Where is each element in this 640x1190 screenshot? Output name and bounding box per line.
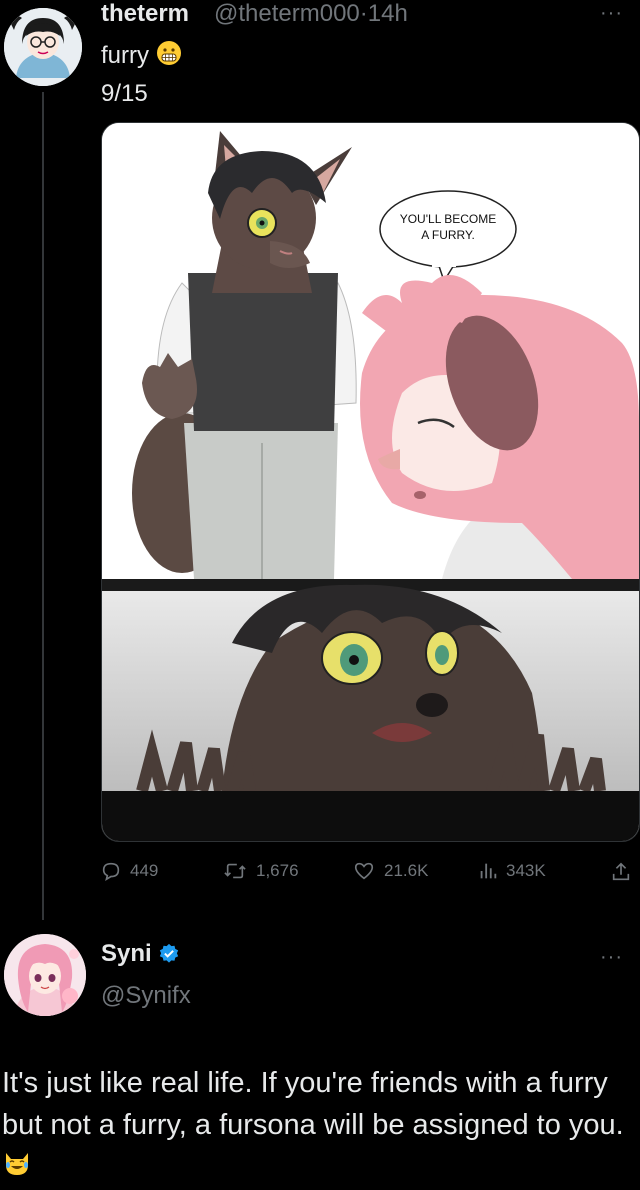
handle-text: @theterm000 bbox=[214, 0, 360, 27]
speech-bubble-line2: A FURRY. bbox=[421, 228, 475, 242]
share-icon bbox=[612, 862, 630, 881]
views-count: 343K bbox=[506, 861, 546, 880]
reply-avatar[interactable] bbox=[4, 934, 86, 1016]
timestamp[interactable]: 14h bbox=[368, 0, 408, 27]
thread-connector-line bbox=[42, 92, 44, 920]
tweet-actions: 449 1,676 21.6K 343K bbox=[100, 860, 640, 890]
reply-text-content: It's just like real life. If you're frie… bbox=[2, 1067, 624, 1141]
separator: · bbox=[359, 0, 368, 27]
heart-icon bbox=[354, 862, 374, 880]
display-name[interactable]: theterm bbox=[101, 0, 189, 28]
tweet-text-line1: furry bbox=[101, 40, 182, 73]
like-button[interactable]: 21.6K bbox=[352, 860, 428, 882]
like-count: 21.6K bbox=[384, 861, 429, 880]
retweet-icon bbox=[224, 863, 246, 879]
more-icon[interactable]: ··· bbox=[600, 2, 623, 25]
reply-button[interactable]: 449 bbox=[100, 860, 158, 882]
views-button[interactable]: 343K bbox=[478, 860, 546, 882]
tweet-text-line2: 9/15 bbox=[101, 80, 148, 107]
reply-display-name-row[interactable]: Syni bbox=[101, 940, 180, 968]
reply-display-name: Syni bbox=[101, 940, 152, 967]
more-icon[interactable]: ··· bbox=[600, 946, 623, 969]
views-icon bbox=[480, 863, 497, 879]
speech-bubble-line1: YOU'LL BECOME bbox=[400, 212, 497, 226]
tweet-text: furry bbox=[101, 41, 149, 69]
reply-count: 449 bbox=[130, 861, 159, 880]
reply-handle[interactable]: @Synifx bbox=[101, 982, 191, 1010]
share-button[interactable] bbox=[610, 860, 632, 884]
cat-tears-of-joy-emoji bbox=[2, 1147, 32, 1189]
verified-badge-icon bbox=[159, 943, 178, 963]
reply-text: It's just like real life. If you're frie… bbox=[0, 1062, 634, 1189]
avatar[interactable] bbox=[4, 8, 82, 86]
reply-icon bbox=[102, 862, 120, 881]
retweet-count: 1,676 bbox=[256, 861, 299, 880]
tweet-media-image[interactable]: YOU'LL BECOME A FURRY. bbox=[101, 122, 640, 842]
user-handle[interactable]: @theterm000·14h bbox=[214, 0, 408, 28]
retweet-button[interactable]: 1,676 bbox=[222, 860, 299, 882]
grimacing-face-emoji bbox=[156, 40, 182, 73]
